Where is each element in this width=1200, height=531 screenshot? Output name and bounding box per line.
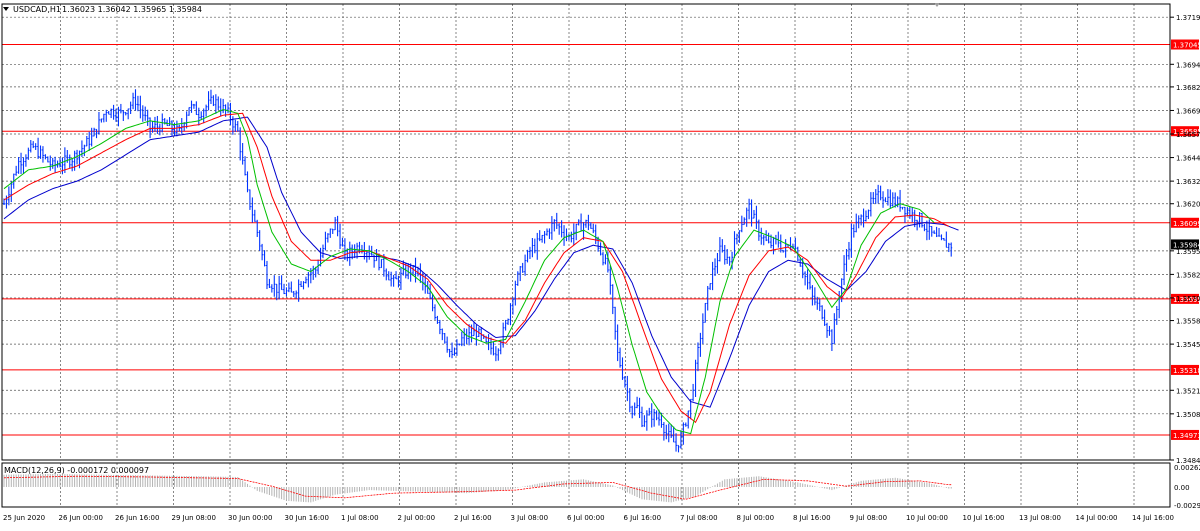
level-label: 1.35318 [1173,367,1200,375]
x-tick-label: 30 Jun 16:00 [285,514,329,522]
x-tick-label: 14 Jul 16:00 [1132,514,1174,522]
x-tick-label: 8 Jul 00:00 [737,514,775,522]
y-tick-label: 1.36570 [1176,131,1200,139]
y-tick-label: 1.35455 [1176,341,1200,349]
x-tick-label: 1 Jul 08:00 [341,514,379,522]
x-tick-label: 2 Jul 00:00 [398,514,436,522]
y-tick-label: 1.35825 [1176,271,1200,279]
x-tick-label: 13 Jul 08:00 [1019,514,1061,522]
x-tick-label: 9 Jul 08:00 [850,514,888,522]
y-tick-label: 1.36695 [1176,107,1200,115]
ohlc-label: 1.36023 1.36042 1.35965 1.35984 [62,5,202,14]
x-tick-label: 2 Jul 16:00 [454,514,492,522]
y-tick-label: 1.36320 [1176,178,1200,186]
x-tick-label: 25 Jun 2020 [3,514,45,522]
x-tick-label: 3 Jul 08:00 [511,514,549,522]
x-tick-label: 7 Jul 08:00 [680,514,718,522]
x-tick-label: 14 Jul 00:00 [1076,514,1118,522]
level-label: 1.37045 [1173,42,1200,50]
y-tick-label: 1.37190 [1176,14,1200,22]
x-tick-label: 8 Jul 16:00 [793,514,831,522]
current-price-label: 1.35984 [1173,241,1200,249]
y-tick-label: 1.36445 [1176,155,1200,163]
level-label: 1.34973 [1173,432,1200,440]
y-tick-label: 1.36200 [1176,201,1200,209]
macd-header: MACD(12,26,9) -0.000172 0.000097 [4,466,149,475]
y-tick-label: 1.35085 [1176,411,1200,419]
y-tick-label: 1.35700 [1176,295,1200,303]
y-tick-label: 1.35210 [1176,387,1200,395]
macd-tick-label: 0.002626 [1174,464,1200,472]
symbol-label: USDCAD,H1 [13,5,61,14]
x-tick-label: 10 Jul 00:00 [906,514,948,522]
x-tick-label: 29 Jun 08:00 [172,514,216,522]
x-tick-label: 30 Jun 00:00 [228,514,272,522]
x-tick-label: 26 Jun 16:00 [115,514,159,522]
macd-tick-label: 0.00 [1174,484,1190,492]
y-tick-label: 1.36820 [1176,84,1200,92]
x-tick-label: 6 Jul 16:00 [624,514,662,522]
macd-label: MACD(12,26,9) -0.000172 0.000097 [4,466,149,475]
level-label: 1.36099 [1173,220,1200,228]
macd-tick-label: -0.00298 [1174,502,1200,510]
x-tick-label: 6 Jul 00:00 [567,514,605,522]
price-chart[interactable]: 1.370451.365851.360991.356951.353181.349… [0,0,1200,527]
chart-background [0,0,1200,527]
y-tick-label: 1.36940 [1176,61,1200,69]
x-tick-label: 10 Jul 16:00 [963,514,1005,522]
chart-window[interactable]: 1.37045 1.36585 1.36099 1.35695 1.35318 1.349… [0,0,1200,527]
y-tick-label: 1.35580 [1176,318,1200,326]
chart-header: USDCAD,H1 1.36023 1.36042 1.35965 1.3598… [3,5,202,14]
x-tick-label: 26 Jun 00:00 [59,514,103,522]
